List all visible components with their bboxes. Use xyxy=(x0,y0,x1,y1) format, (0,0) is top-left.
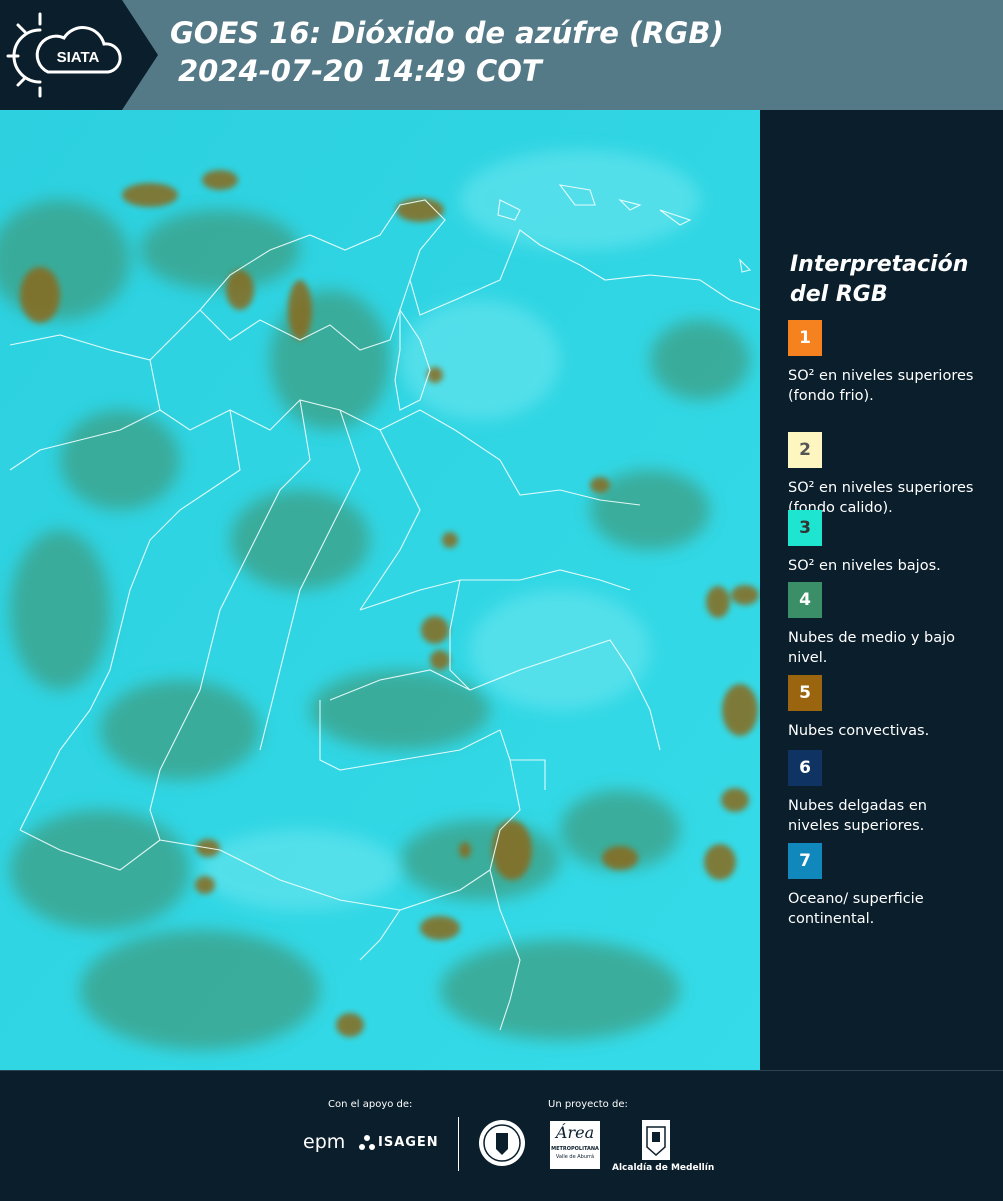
legend-swatch: 5 xyxy=(788,675,822,711)
legend-description: Nubes delgadas en niveles superiores. xyxy=(788,798,927,834)
legend-panel: Interpretación del RGB 1 SO² en niveles s… xyxy=(760,110,1003,1070)
footer: Con el apoyo de: Un proyecto de: epm ISA… xyxy=(0,1070,1003,1201)
legend-description: Nubes de medio y bajo nivel. xyxy=(788,630,955,666)
satellite-map[interactable] xyxy=(0,110,760,1070)
isagen-logo: ISAGEN xyxy=(378,1135,439,1150)
legend-swatch: 4 xyxy=(788,582,822,618)
legend-item-5: 5 Nubes convectivas. xyxy=(788,675,978,741)
legend-swatch: 3 xyxy=(788,510,822,546)
isagen-icon xyxy=(359,1135,375,1150)
legend-swatch: 6 xyxy=(788,750,822,786)
support-label: Con el apoyo de: xyxy=(328,1099,413,1110)
legend-item-4: 4 Nubes de medio y bajo nivel. xyxy=(788,582,978,668)
title-line-1: GOES 16: Dióxido de azúfre (RGB) xyxy=(170,16,724,50)
svg-text:SIATA: SIATA xyxy=(57,49,100,66)
siata-logo: SIATA xyxy=(0,0,158,110)
legend-description: Nubes convectivas. xyxy=(788,723,930,739)
legend-item-2: 2 SO² en niveles superiores (fondo calido… xyxy=(788,432,978,518)
legend-title-line-2: del RGB xyxy=(790,282,888,307)
legend-title-line-1: Interpretación xyxy=(790,252,969,277)
epm-seal-icon xyxy=(479,1120,525,1166)
legend-title: Interpretación del RGB xyxy=(790,250,968,310)
legend-description: SO² en niveles bajos. xyxy=(788,558,941,574)
legend-item-3: 3 SO² en niveles bajos. xyxy=(788,510,978,576)
footer-divider xyxy=(458,1117,459,1171)
area-metropolitana-logo: Área METROPOLITANA Valle de Aburrá xyxy=(550,1121,600,1169)
legend-item-1: 1 SO² en niveles superiores (fondo frio). xyxy=(788,320,978,406)
legend-swatch: 7 xyxy=(788,843,822,879)
area-logo-sub: METROPOLITANA xyxy=(551,1146,599,1152)
area-logo-sub2: Valle de Aburrá xyxy=(555,1154,595,1160)
alcaldia-shield-icon xyxy=(642,1120,670,1160)
title-line-2: 2024-07-20 14:49 COT xyxy=(178,54,542,88)
legend-description: Oceano/ superficie continental. xyxy=(788,891,924,927)
alcaldia-logo: Alcaldía de Medellín xyxy=(612,1163,715,1173)
legend-item-6: 6 Nubes delgadas en niveles superiores. xyxy=(788,750,978,836)
header-bar: SIATA GOES 16: Dióxido de azúfre (RGB) 2… xyxy=(0,0,1003,110)
legend-item-7: 7 Oceano/ superficie continental. xyxy=(788,843,978,929)
project-label: Un proyecto de: xyxy=(548,1099,628,1110)
legend-swatch: 2 xyxy=(788,432,822,468)
legend-swatch: 1 xyxy=(788,320,822,356)
epm-logo: epm xyxy=(303,1131,346,1153)
legend-description: SO² en niveles superiores (fondo frio). xyxy=(788,368,974,404)
page-title: GOES 16: Dióxido de azúfre (RGB) 2024-07… xyxy=(170,14,724,90)
area-logo-text: Área xyxy=(555,1123,595,1142)
